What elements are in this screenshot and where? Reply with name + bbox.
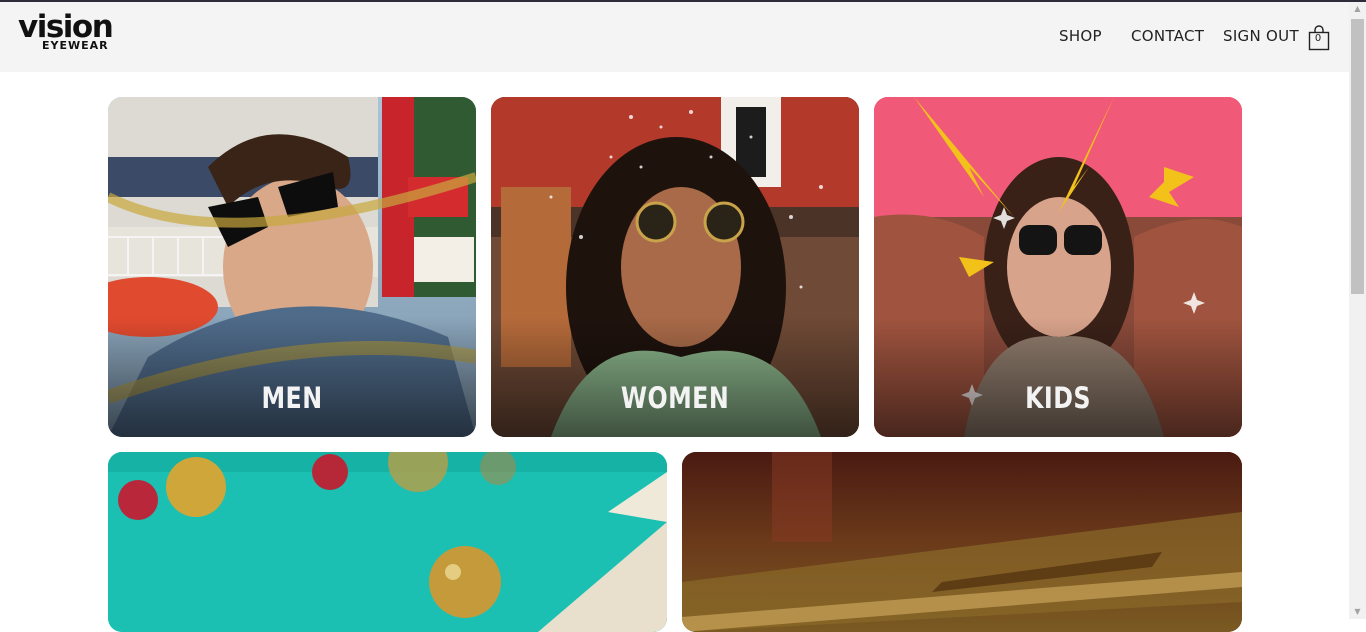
pool-photo — [108, 452, 667, 632]
vision-eyewear-logo[interactable]: vision EYEWEAR — [18, 12, 138, 56]
scrollbar-thumb[interactable] — [1351, 19, 1364, 294]
logo-main-text: vision — [18, 9, 114, 45]
shopping-bag-button[interactable]: 0 — [1308, 24, 1330, 52]
wood-photo — [682, 452, 1242, 632]
category-card-kids[interactable]: KIDS — [874, 97, 1242, 437]
site-header: vision EYEWEAR SHOP CONTACT SIGN OUT 0 — [0, 2, 1349, 72]
category-label-men: MEN — [261, 381, 323, 415]
scroll-up-arrow-icon[interactable]: ▲ — [1349, 2, 1366, 16]
kids-label-shade — [874, 317, 1242, 437]
cart-count: 0 — [1314, 33, 1322, 44]
nav-sign-out-link[interactable]: SIGN OUT — [1223, 27, 1299, 45]
scroll-down-arrow-icon[interactable]: ▼ — [1349, 605, 1366, 619]
women-label-shade — [491, 317, 859, 437]
men-label-shade — [108, 317, 476, 437]
promo-card-wood[interactable] — [682, 452, 1242, 632]
page-scrollbar[interactable]: ▲ ▼ — [1349, 2, 1366, 619]
category-card-women[interactable]: WOMEN — [491, 97, 859, 437]
category-label-women: WOMEN — [620, 381, 730, 415]
nav-contact-link[interactable]: CONTACT — [1131, 27, 1204, 45]
nav-shop-link[interactable]: SHOP — [1059, 27, 1102, 45]
category-label-kids: KIDS — [1025, 381, 1091, 415]
logo-sub-text: EYEWEAR — [42, 39, 109, 52]
promo-card-pool[interactable] — [108, 452, 667, 632]
category-card-men[interactable]: MEN — [108, 97, 476, 437]
